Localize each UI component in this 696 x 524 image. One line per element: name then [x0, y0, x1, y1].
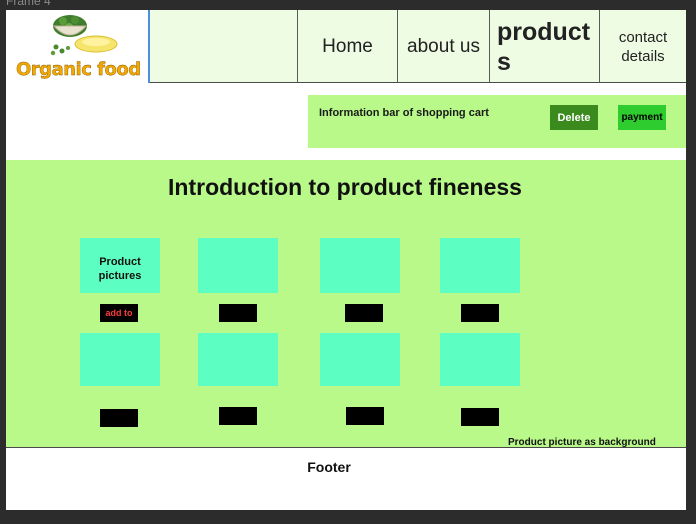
product-section: Introduction to product fineness Product…	[6, 160, 686, 448]
product-tile[interactable]	[198, 333, 278, 386]
product-picture-label: Product pictures	[98, 256, 142, 282]
logo[interactable]: Organic food	[6, 10, 150, 83]
add-to-cart-button[interactable]	[346, 407, 384, 425]
nav-products[interactable]: products	[489, 10, 599, 83]
nav-home[interactable]: Home	[297, 10, 397, 83]
footer: Footer	[6, 448, 686, 510]
header: Organic food Home about us products cont…	[6, 10, 686, 83]
add-to-cart-button[interactable]	[461, 408, 499, 426]
footer-text: Footer	[307, 459, 351, 475]
product-tile[interactable]	[440, 238, 520, 293]
page-frame: Organic food Home about us products cont…	[6, 10, 686, 510]
add-to-cart-button[interactable]: add to	[100, 304, 138, 322]
add-to-cart-button[interactable]	[461, 304, 499, 322]
background-note: Product picture as background	[508, 437, 656, 448]
logo-text: Organic food	[16, 59, 141, 80]
cart-title: Information bar of shopping cart	[319, 107, 489, 119]
product-tile[interactable]	[440, 333, 520, 386]
add-to-cart-button[interactable]	[100, 409, 138, 427]
shopping-cart-bar: Information bar of shopping cart Delete …	[308, 95, 686, 148]
product-tile[interactable]	[320, 238, 400, 293]
nav-contact-details[interactable]: contact details	[599, 10, 686, 83]
frame-label: Frame 4	[6, 0, 51, 8]
add-to-cart-button[interactable]	[219, 304, 257, 322]
product-tile[interactable]	[320, 333, 400, 386]
delete-button[interactable]: Delete	[550, 105, 598, 130]
food-bowl-icon	[50, 15, 118, 56]
product-tile[interactable]	[198, 238, 278, 293]
section-title: Introduction to product fineness	[168, 174, 522, 200]
payment-button[interactable]: payment	[618, 105, 666, 130]
product-tile[interactable]	[80, 333, 160, 386]
nav-about-us[interactable]: about us	[397, 10, 489, 83]
add-to-cart-button[interactable]	[345, 304, 383, 322]
add-to-cart-button[interactable]	[219, 407, 257, 425]
